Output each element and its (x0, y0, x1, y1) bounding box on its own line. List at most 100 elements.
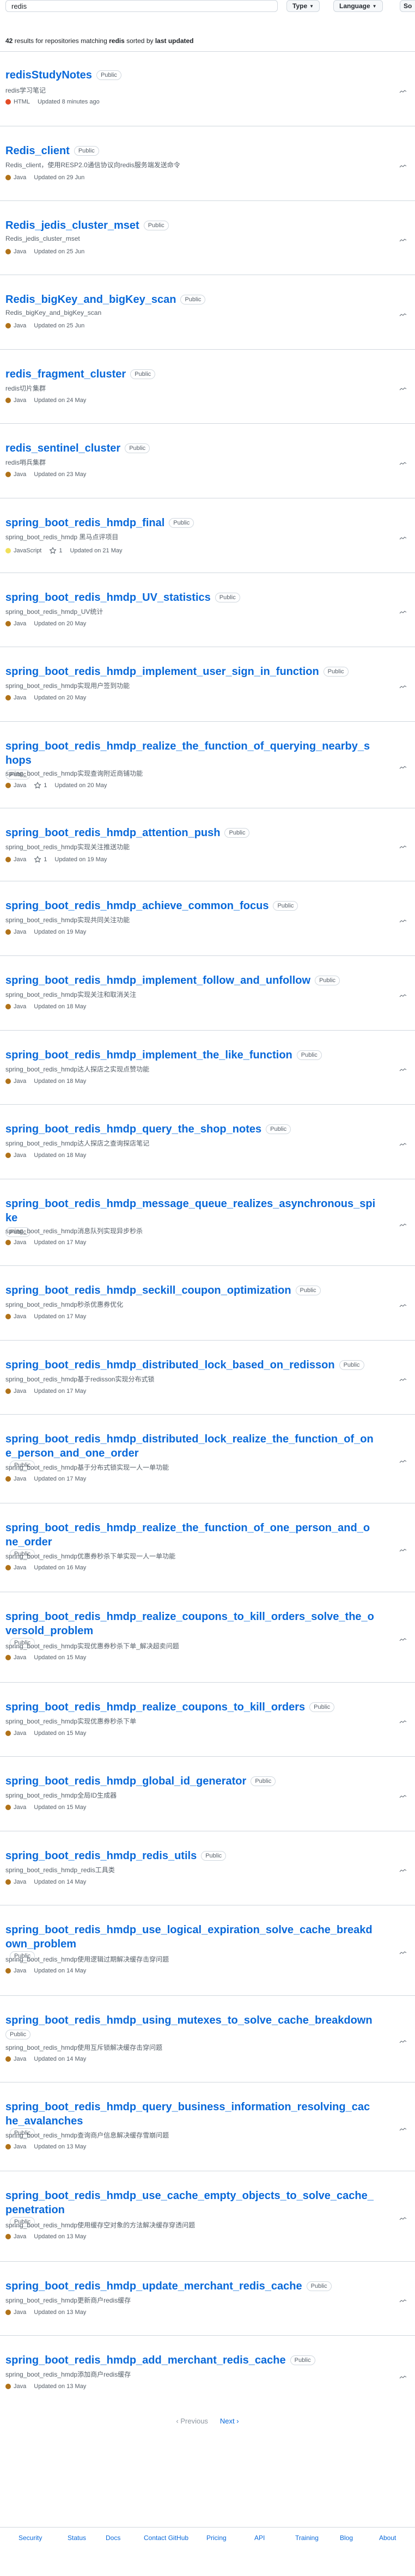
footer-link-docs[interactable]: Docs (106, 2534, 120, 2542)
repo-activity-icon[interactable] (399, 2037, 407, 2046)
repo-stars[interactable]: 1 (49, 547, 62, 555)
repo-activity-icon[interactable] (399, 385, 407, 393)
repo-activity-icon[interactable] (399, 2125, 407, 2134)
repo-description: spring_boot_redis_hmdp_UV统计 (5, 608, 103, 616)
repo-activity-icon[interactable] (399, 1457, 407, 1466)
repo-name-link[interactable]: spring_boot_redis_hmdp_add_merchant_redi… (5, 2353, 286, 2367)
repo-name-link[interactable]: spring_boot_redis_hmdp_redis_utils (5, 1849, 197, 1863)
repo-updated: Updated on 25 Jun (34, 322, 85, 329)
language-filter-button[interactable]: Language ▼ (333, 0, 383, 12)
repo-name-link[interactable]: spring_boot_redis_hmdp_seckill_coupon_op… (5, 1283, 291, 1298)
repo-activity-icon[interactable] (399, 1301, 407, 1310)
repo-activity-icon[interactable] (399, 2373, 407, 2382)
pagination: ‹ Previous Next › (0, 2417, 415, 2425)
repo-activity-icon[interactable] (399, 1866, 407, 1875)
repo-activity-icon[interactable] (399, 87, 407, 96)
repo-activity-icon[interactable] (399, 763, 407, 772)
repo-name-link[interactable]: spring_boot_redis_hmdp_message_queue_rea… (5, 1197, 376, 1225)
footer-link-contact-github[interactable]: Contact GitHub (144, 2534, 188, 2542)
repo-updated: Updated on 13 May (34, 2143, 87, 2150)
repo-name-link[interactable]: spring_boot_redis_hmdp_realize_the_funct… (5, 739, 376, 768)
repo-activity-icon[interactable] (399, 1792, 407, 1801)
repo-name-link[interactable]: spring_boot_redis_hmdp_implement_user_si… (5, 665, 319, 679)
previous-page-button[interactable]: ‹ Previous (176, 2417, 208, 2425)
repo-name-link[interactable]: spring_boot_redis_hmdp_distributed_lock_… (5, 1432, 376, 1460)
language-name: Java (14, 2056, 27, 2062)
repo-description: spring_boot_redis_hmdp_redis工具类 (5, 1866, 115, 1874)
repo-title-row: spring_boot_redis_hmdp_update_merchant_r… (5, 2279, 376, 2293)
repo-name-link[interactable]: spring_boot_redis_hmdp_distributed_lock_… (5, 1358, 335, 1372)
repo-meta: HTML Updated 8 minutes ago (5, 99, 100, 105)
next-page-button[interactable]: Next › (220, 2417, 239, 2425)
repo-language: Java (5, 1152, 26, 1159)
repo-name-link[interactable]: spring_boot_redis_hmdp_attention_push (5, 826, 220, 840)
repo-name-link[interactable]: spring_boot_redis_hmdp_update_merchant_r… (5, 2279, 302, 2293)
previous-label: Previous (180, 2417, 208, 2425)
repo-activity-icon[interactable] (399, 2297, 407, 2305)
repo-activity-icon[interactable] (399, 1948, 407, 1957)
repo-activity-icon[interactable] (399, 1140, 407, 1149)
repo-name-link[interactable]: spring_boot_redis_hmdp_using_mutexes_to_… (5, 2013, 373, 2027)
repo-activity-icon[interactable] (399, 991, 407, 1000)
results-summary: 42 results for repositories matching red… (5, 37, 194, 45)
repo-stars[interactable]: 1 (34, 856, 47, 863)
repo-activity-icon[interactable] (399, 2214, 407, 2223)
repo-name-link[interactable]: spring_boot_redis_hmdp_use_logical_expir… (5, 1923, 376, 1951)
repo-activity-icon[interactable] (399, 917, 407, 925)
repo-meta: Java Updated on 19 May (5, 929, 86, 935)
repo-activity-icon[interactable] (399, 1375, 407, 1384)
footer-link-api[interactable]: API (254, 2534, 265, 2542)
type-filter-button[interactable]: Type ▼ (286, 0, 320, 12)
repo-name-link[interactable]: redis_sentinel_cluster (5, 441, 120, 455)
repo-stars[interactable]: 1 (34, 782, 47, 789)
footer-link-security[interactable]: Security (19, 2534, 42, 2542)
repo-activity-icon[interactable] (399, 843, 407, 851)
repo-name-link[interactable]: spring_boot_redis_hmdp_realize_the_funct… (5, 1521, 376, 1549)
repo-name-link[interactable]: spring_boot_redis_hmdp_implement_follow_… (5, 973, 310, 988)
repo-activity-icon[interactable] (399, 1635, 407, 1644)
repo-item: spring_boot_redis_hmdp_query_business_in… (0, 2082, 415, 2171)
repo-activity-icon[interactable] (399, 1065, 407, 1074)
repo-description: spring_boot_redis_hmdp基于分布式锁实现一人一单功能 (5, 1464, 169, 1471)
repo-name-link[interactable]: Redis_client (5, 144, 70, 158)
repo-activity-icon[interactable] (399, 1221, 407, 1229)
footer-link-training[interactable]: Training (295, 2534, 319, 2542)
repo-activity-icon[interactable] (399, 1718, 407, 1726)
repo-activity-icon[interactable] (399, 608, 407, 617)
search-input[interactable] (5, 0, 278, 12)
footer-link-about[interactable]: About (379, 2534, 396, 2542)
repo-title-row: spring_boot_redis_hmdp_add_merchant_redi… (5, 2353, 376, 2367)
repo-name-link[interactable]: spring_boot_redis_hmdp_realize_coupons_t… (5, 1610, 376, 1638)
footer-link-blog[interactable]: Blog (340, 2534, 353, 2542)
repo-name-link[interactable]: redisStudyNotes (5, 68, 92, 82)
repo-updated: Updated on 29 Jun (34, 174, 85, 181)
repo-activity-icon[interactable] (399, 162, 407, 170)
repo-activity-icon[interactable] (399, 683, 407, 691)
repo-name-link[interactable]: spring_boot_redis_hmdp_global_id_generat… (5, 1774, 246, 1788)
repo-name-link[interactable]: spring_boot_redis_hmdp_achieve_common_fo… (5, 899, 268, 913)
repo-name-link[interactable]: spring_boot_redis_hmdp_use_cache_empty_o… (5, 2189, 376, 2217)
repo-activity-icon[interactable] (399, 459, 407, 468)
repo-name-link[interactable]: spring_boot_redis_hmdp_query_business_in… (5, 2100, 376, 2128)
repo-name-link[interactable]: spring_boot_redis_hmdp_UV_statistics (5, 590, 211, 605)
repo-name-link[interactable]: redis_fragment_cluster (5, 367, 126, 381)
repo-activity-icon[interactable] (399, 1546, 407, 1555)
sort-filter-button[interactable]: So (400, 0, 415, 12)
footer-link-status[interactable]: Status (68, 2534, 86, 2542)
repo-activity-icon[interactable] (399, 310, 407, 319)
repo-activity-icon[interactable] (399, 236, 407, 245)
repo-name-link[interactable]: Redis_bigKey_and_bigKey_scan (5, 293, 176, 307)
repo-name-link[interactable]: spring_boot_redis_hmdp_realize_coupons_t… (5, 1700, 305, 1714)
repo-name-link[interactable]: Redis_jedis_cluster_mset (5, 218, 139, 233)
footer-link-pricing[interactable]: Pricing (206, 2534, 227, 2542)
repo-title-row: spring_boot_redis_hmdp_redis_utils Public (5, 1849, 376, 1863)
language-name: Java (14, 2143, 27, 2150)
language-color-dot (5, 1389, 11, 1394)
repo-title-row: Redis_bigKey_and_bigKey_scan Public (5, 293, 376, 307)
repo-name-link[interactable]: spring_boot_redis_hmdp_implement_the_lik… (5, 1048, 292, 1062)
repo-activity-icon[interactable] (399, 534, 407, 543)
visibility-badge: Public (201, 1851, 227, 1861)
language-name: Java (14, 782, 27, 789)
repo-name-link[interactable]: spring_boot_redis_hmdp_final (5, 516, 164, 530)
repo-name-link[interactable]: spring_boot_redis_hmdp_query_the_shop_no… (5, 1122, 261, 1136)
